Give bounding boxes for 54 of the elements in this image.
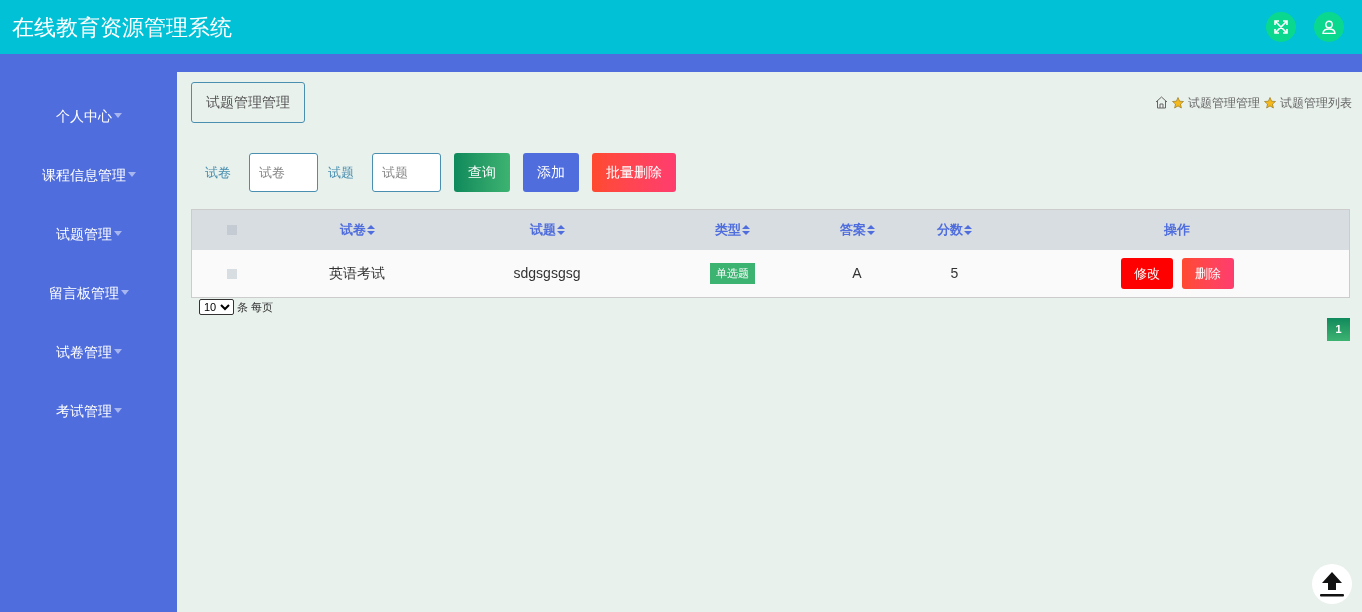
breadcrumb-item[interactable]: 试题管理管理: [1188, 93, 1260, 112]
column-header[interactable]: 答案: [839, 220, 875, 240]
page-size-select[interactable]: 10: [199, 299, 234, 316]
table-cell-text: 英语考试: [329, 264, 385, 283]
caret-icon: [120, 290, 129, 295]
column-header[interactable]: 分数: [937, 220, 972, 240]
sidebar-item[interactable]: 课程信息管理: [0, 157, 177, 216]
star-icon: [1172, 96, 1184, 109]
sidebar-item[interactable]: 留言板管理: [0, 275, 177, 334]
fullscreen-button[interactable]: [1266, 12, 1296, 42]
back-to-top-button[interactable]: [1312, 564, 1352, 604]
user-icon: [1322, 20, 1336, 34]
sort-icon: [556, 225, 565, 235]
caret-icon: [127, 172, 136, 177]
upload-arrow-icon: [1318, 570, 1346, 598]
user-button[interactable]: [1314, 12, 1344, 42]
edit-button[interactable]: 修改: [1120, 258, 1173, 289]
table-cell-text: 5: [950, 264, 959, 283]
action-button[interactable]: 查询: [454, 153, 510, 192]
expand-icon: [1274, 20, 1288, 34]
action-button[interactable]: 添加: [523, 153, 579, 192]
breadcrumb-item[interactable]: 试题管理列表: [1280, 93, 1352, 112]
sidebar-item[interactable]: 个人中心: [0, 98, 177, 157]
column-header: 操作: [1164, 221, 1190, 240]
sort-icon: [741, 225, 750, 235]
sidebar-item[interactable]: 试卷管理: [0, 334, 177, 393]
caret-icon: [113, 349, 122, 354]
app-title: 在线教育资源管理系统: [12, 13, 232, 42]
sort-icon: [866, 225, 875, 235]
field-label: 试卷: [205, 163, 231, 182]
sidebar-item[interactable]: 考试管理: [0, 393, 177, 452]
sort-icon: [964, 225, 972, 235]
column-header[interactable]: 类型: [714, 220, 750, 240]
star-icon: [1264, 96, 1276, 109]
caret-icon: [113, 231, 122, 236]
field-label: 试题: [328, 163, 354, 182]
delete-button[interactable]: 删除: [1181, 258, 1234, 289]
caret-icon: [113, 408, 122, 413]
column-header[interactable]: 试题: [529, 220, 565, 240]
type-tag: 单选题: [709, 263, 755, 284]
sidebar-item[interactable]: 试题管理: [0, 216, 177, 275]
page-size-label: 条 每页: [237, 300, 274, 315]
sort-icon: [366, 225, 375, 235]
column-header[interactable]: 试卷: [339, 220, 375, 240]
home-icon[interactable]: [1155, 96, 1168, 109]
table-cell-text: A: [852, 264, 862, 283]
caret-icon: [113, 113, 122, 118]
search-field[interactable]: 试题: [372, 153, 441, 192]
page-title: 试题管理管理: [191, 82, 305, 123]
search-field[interactable]: 试卷: [249, 153, 318, 192]
page-button[interactable]: 1: [1327, 317, 1350, 341]
checkbox[interactable]: [227, 268, 237, 279]
table-cell-text: sdgsgsgsg: [513, 264, 581, 283]
action-button[interactable]: 批量删除: [592, 153, 676, 192]
